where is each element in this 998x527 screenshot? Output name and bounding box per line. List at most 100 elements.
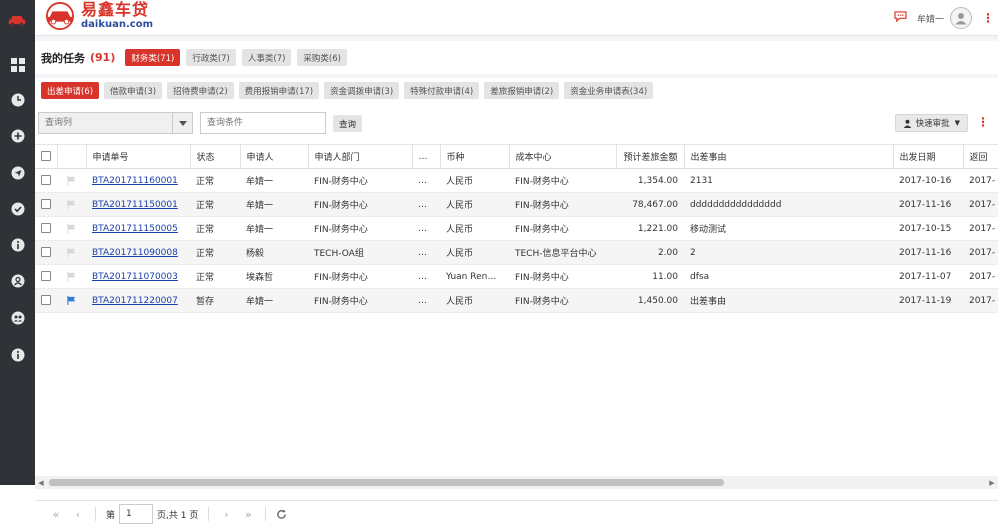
subtab-loan-request[interactable]: 借款申请(3): [104, 82, 163, 99]
task-bar: 我的任务 (91) 财务类(71) 行政类(7) 人事类(7) 采购类(6): [35, 41, 998, 74]
fast-approve-label: 快速审批: [915, 119, 950, 129]
request-no-link[interactable]: BTA201711160001: [92, 176, 178, 186]
tab-finance[interactable]: 财务类(71): [125, 49, 181, 66]
request-no-link[interactable]: BTA201711090008: [92, 248, 178, 258]
column-header[interactable]: 出发日期: [893, 144, 964, 169]
table-row[interactable]: BTA201711070003 正常 埃森哲 FIN-财务中心… Yuan Ren… FI…: [35, 264, 998, 289]
fast-approve-button[interactable]: 快速审批 ▼: [894, 114, 968, 132]
flag-icon[interactable]: [57, 216, 86, 241]
check-icon[interactable]: [10, 201, 25, 216]
table-row[interactable]: BTA201711160001 正常 牟婧一 FIN-财务中心… 人民币 FIN-财务中心…: [35, 168, 998, 193]
row-checkbox[interactable]: [41, 199, 51, 210]
divider: [265, 507, 267, 521]
row-checkbox[interactable]: [41, 223, 51, 234]
task-panel: 出差申请(6) 借款申请(3) 招待费申请(2) 费用报销申请(17) 资金调拨…: [35, 78, 998, 527]
table-row[interactable]: BTA201711090008 正常 杨毅 TECH-OA组… 人民币 TECH-信息平台…: [35, 240, 998, 265]
return-date-cell: 2017-: [963, 168, 998, 193]
column-header[interactable]: 成本中心: [509, 144, 617, 169]
car-icon[interactable]: [8, 13, 26, 28]
flag-icon[interactable]: [57, 264, 86, 289]
plus-icon[interactable]: [10, 128, 25, 143]
subtab-travel-request[interactable]: 出差申请(6): [41, 82, 100, 99]
caret-down-icon: ▼: [954, 119, 960, 127]
search-input[interactable]: [200, 112, 326, 134]
column-header[interactable]: 状态: [190, 144, 241, 169]
column-select[interactable]: [38, 112, 193, 134]
next-page-icon[interactable]: ›: [215, 508, 237, 521]
applicant-cell: 牟婧一: [240, 192, 308, 217]
tab-admin[interactable]: 行政类(7): [186, 49, 236, 66]
return-date-cell: 2017-: [963, 288, 998, 313]
subtab-entertainment-request[interactable]: 招待费申请(2): [167, 82, 234, 99]
chevron-down-icon[interactable]: [172, 113, 192, 133]
user-icon[interactable]: [10, 273, 25, 288]
date-cell: 2017-10-15: [893, 216, 963, 241]
row-checkbox[interactable]: [41, 295, 51, 306]
info-icon[interactable]: [10, 237, 25, 252]
prev-page-icon[interactable]: ‹: [67, 508, 89, 521]
date-cell: 2017-10-16: [893, 168, 963, 193]
column-header[interactable]: 出差事由: [684, 144, 894, 169]
column-header[interactable]: 申请人: [240, 144, 309, 169]
tab-purchase[interactable]: 采购类(6): [297, 49, 347, 66]
select-all-checkbox[interactable]: [40, 151, 51, 162]
column-header[interactable]: 申请人部门: [308, 144, 413, 169]
row-checkbox[interactable]: [41, 175, 51, 186]
dashboard-icon[interactable]: [10, 57, 25, 72]
date-cell: 2017-11-19: [893, 288, 963, 313]
group-icon[interactable]: [10, 310, 25, 325]
more-icon[interactable]: ⋮: [982, 12, 994, 24]
brand-logo[interactable]: 易鑫车贷 daikuan.com: [43, 2, 153, 30]
flag-icon[interactable]: [57, 240, 86, 265]
applicant-cell: 杨毅: [240, 240, 308, 265]
request-no-link[interactable]: BTA201711150001: [92, 200, 178, 210]
scroll-right-icon[interactable]: ▶: [986, 476, 998, 489]
tab-hr[interactable]: 人事类(7): [241, 49, 292, 66]
subtab-travel-claim[interactable]: 差旅报销申请(2): [484, 82, 560, 99]
table-row[interactable]: BTA201711150001 正常 牟婧一 FIN-财务中心… 人民币 FIN-财务中心…: [35, 192, 998, 217]
column-header[interactable]: …: [412, 144, 441, 169]
scroll-left-icon[interactable]: ◀: [35, 476, 47, 489]
column-header[interactable]: 预计差旅金额: [616, 144, 685, 169]
request-no-cell: BTA201711150001: [86, 192, 190, 217]
reason-cell: 2: [684, 240, 893, 265]
send-icon[interactable]: [10, 165, 25, 180]
horizontal-scrollbar[interactable]: ◀ ▶: [35, 476, 998, 489]
flag-icon[interactable]: [57, 288, 86, 313]
row-checkbox[interactable]: [41, 247, 51, 258]
dept-cell: TECH-OA组: [308, 240, 412, 265]
status-cell: 正常: [190, 192, 240, 217]
username[interactable]: 牟婧一: [917, 12, 944, 25]
request-no-link[interactable]: BTA201711150005: [92, 224, 178, 234]
column-header[interactable]: 返回: [963, 144, 998, 169]
subtab-special-payment[interactable]: 特殊付款申请(4): [404, 82, 480, 99]
currency-cell: 人民币: [440, 216, 509, 241]
query-button[interactable]: 查询: [333, 115, 363, 132]
page-input[interactable]: [119, 504, 154, 524]
reason-cell: dfsa: [684, 264, 893, 289]
column-header[interactable]: 币种: [440, 144, 510, 169]
first-page-icon[interactable]: «: [45, 508, 67, 521]
request-no-link[interactable]: BTA201711220007: [92, 296, 178, 306]
subtab-fund-transfer[interactable]: 资金调拨申请(3): [324, 82, 400, 99]
clock-icon[interactable]: [10, 92, 25, 107]
more-cell: …: [412, 288, 440, 313]
subtab-expense-claim[interactable]: 费用报销申请(17): [238, 82, 320, 99]
flag-icon[interactable]: [57, 192, 86, 217]
column-header[interactable]: 申请单号: [86, 144, 191, 169]
more-icon[interactable]: ⋮: [977, 116, 989, 128]
column-select-input[interactable]: [39, 113, 171, 133]
row-checkbox[interactable]: [41, 271, 51, 282]
info-icon[interactable]: [10, 347, 25, 362]
last-page-icon[interactable]: »: [237, 508, 259, 521]
refresh-icon[interactable]: [274, 507, 288, 521]
data-table: 申请单号 状态 申请人 申请人部门 … 币种 成本中心 预计差旅金额 出差事由 …: [35, 144, 998, 318]
request-no-link[interactable]: BTA201711070003: [92, 272, 178, 282]
flag-icon[interactable]: [57, 168, 86, 193]
table-row[interactable]: BTA201711150005 正常 牟婧一 FIN-财务中心… 人民币 FIN-财务中心…: [35, 216, 998, 241]
table-row[interactable]: BTA201711220007 暂存 牟婧一 FIN-财务中心… 人民币 FIN-财务中心…: [35, 288, 998, 313]
flag-column-header: [57, 144, 87, 169]
subtab-fund-business[interactable]: 资金业务申请表(34): [564, 82, 654, 99]
chat-icon[interactable]: [894, 11, 907, 25]
avatar[interactable]: [950, 7, 972, 29]
